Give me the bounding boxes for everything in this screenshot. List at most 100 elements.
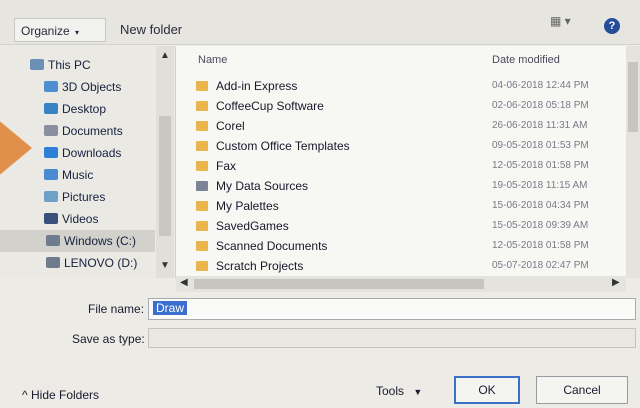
file-date: 12-05-2018 01:58 PM [492,160,589,171]
scrollbar-thumb[interactable] [159,116,171,236]
scrollbar-thumb[interactable] [194,279,484,289]
list-item[interactable]: My Data Sources 19-05-2018 11:15 AM [176,176,626,196]
folder-icon [196,161,208,171]
nav-item-downloads[interactable]: Downloads [44,142,121,164]
nav-item-label: 3D Objects [62,80,122,94]
file-date: 15-06-2018 04:34 PM [492,200,589,211]
file-name: Add-in Express [216,79,298,93]
nav-scrollbar[interactable]: ▲ ▼ [156,46,174,278]
folder-icon [196,201,208,211]
download-icon [44,147,58,158]
music-icon [44,169,58,180]
file-date: 19-05-2018 11:15 AM [492,180,588,191]
folder-icon [196,221,208,231]
ok-button[interactable]: OK [454,376,520,404]
file-name-value: Draw [153,301,188,315]
nav-item-label: This PC [48,58,91,72]
list-item[interactable]: Corel 26-06-2018 11:31 AM [176,116,626,136]
annotation-arrow-icon [0,118,32,178]
nav-item-videos[interactable]: Videos [44,208,98,230]
chevron-up-icon[interactable]: ▲ [160,50,170,61]
column-header-date-modified[interactable]: Date modified [492,54,560,66]
drive-icon [46,235,60,246]
file-name: Scratch Projects [216,259,304,273]
nav-item-label: LENOVO (D:) [64,256,138,270]
organize-button[interactable]: Organize ▾ [14,18,106,42]
nav-item-windows-c[interactable]: Windows (C:) [0,230,155,252]
horizontal-scrollbar[interactable]: ◀ ▶ [176,276,626,292]
nav-item-label: Videos [62,212,99,226]
nav-item-label: Desktop [62,102,107,116]
nav-item-label: Music [62,168,94,182]
file-name: Scanned Documents [216,239,328,253]
list-item[interactable]: Fax 12-05-2018 01:58 PM [176,156,626,176]
folder-icon [196,121,208,131]
chevron-down-icon: ▾ [75,28,80,37]
chevron-up-icon: ^ [22,388,28,402]
nav-item-desktop[interactable]: Desktop [44,98,106,120]
list-item[interactable]: Custom Office Templates 09-05-2018 01:53… [176,136,626,156]
cube-icon [44,81,58,92]
file-name: Custom Office Templates [216,139,350,153]
save-as-type-select[interactable] [148,328,636,348]
cancel-button[interactable]: Cancel [536,376,628,404]
videos-icon [44,213,58,224]
nav-item-pictures[interactable]: Pictures [44,186,105,208]
drive-icon [46,257,60,268]
file-date: 09-05-2018 01:53 PM [492,140,589,151]
file-name: SavedGames [216,219,289,233]
hide-folders-button[interactable]: ^ Hide Folders [22,388,99,402]
nav-item-music[interactable]: Music [44,164,93,186]
file-date: 02-06-2018 05:18 PM [492,100,589,111]
file-name: Corel [216,119,245,133]
view-options-icon[interactable]: ▦ ▾ [550,14,590,36]
nav-item-label: Windows (C:) [64,234,137,248]
nav-item-label: Downloads [62,146,122,160]
help-icon[interactable]: ? [604,18,620,34]
file-date: 04-06-2018 12:44 PM [492,80,589,91]
file-name-input[interactable]: Draw [148,298,636,320]
file-name-label: File name: [88,302,145,316]
nav-item-documents[interactable]: Documents [44,120,123,142]
pictures-icon [44,191,58,202]
new-folder-button[interactable]: New folder [120,22,182,37]
file-date: 05-07-2018 02:47 PM [492,260,589,271]
chevron-left-icon[interactable]: ◀ [180,277,188,288]
file-date: 26-06-2018 11:31 AM [492,120,588,131]
computer-icon [30,59,44,70]
file-list[interactable]: Name Date modified Add-in Express 04-06-… [176,46,640,278]
tools-menu-button[interactable]: Tools ▼ [376,384,422,398]
folder-icon [196,141,208,151]
tools-label: Tools [376,384,405,398]
nav-item-label: Documents [62,124,123,138]
documents-icon [44,125,58,136]
desktop-icon [44,103,58,114]
folder-icon [196,261,208,271]
chevron-down-icon: ▼ [413,387,423,397]
chevron-right-icon[interactable]: ▶ [612,277,620,288]
nav-item-lenovo-d[interactable]: LENOVO (D:) [46,252,137,274]
chevron-down-icon[interactable]: ▼ [160,260,170,271]
folder-icon [196,81,208,91]
save-as-type-label: Save as type: [72,332,145,346]
file-name: My Data Sources [216,179,309,193]
file-list-scrollbar[interactable] [626,46,640,278]
column-header-name[interactable]: Name [198,54,227,66]
file-date: 15-05-2018 09:39 AM [492,220,589,231]
data-sources-icon [196,181,208,191]
nav-item-label: Pictures [62,190,106,204]
file-name: Fax [216,159,237,173]
list-item[interactable]: CoffeeCup Software 02-06-2018 05:18 PM [176,96,626,116]
folder-icon [196,241,208,251]
nav-item-this-pc[interactable]: This PC [30,54,91,76]
nav-item-3d-objects[interactable]: 3D Objects [44,76,121,98]
list-item[interactable]: SavedGames 15-05-2018 09:39 AM [176,216,626,236]
folder-icon [196,101,208,111]
list-item[interactable]: Scratch Projects 05-07-2018 02:47 PM [176,256,626,276]
list-item[interactable]: My Palettes 15-06-2018 04:34 PM [176,196,626,216]
list-item[interactable]: Scanned Documents 12-05-2018 01:58 PM [176,236,626,256]
scrollbar-thumb[interactable] [628,62,638,132]
file-name: My Palettes [216,199,279,213]
list-item[interactable]: Add-in Express 04-06-2018 12:44 PM [176,76,626,96]
file-name: CoffeeCup Software [216,99,324,113]
